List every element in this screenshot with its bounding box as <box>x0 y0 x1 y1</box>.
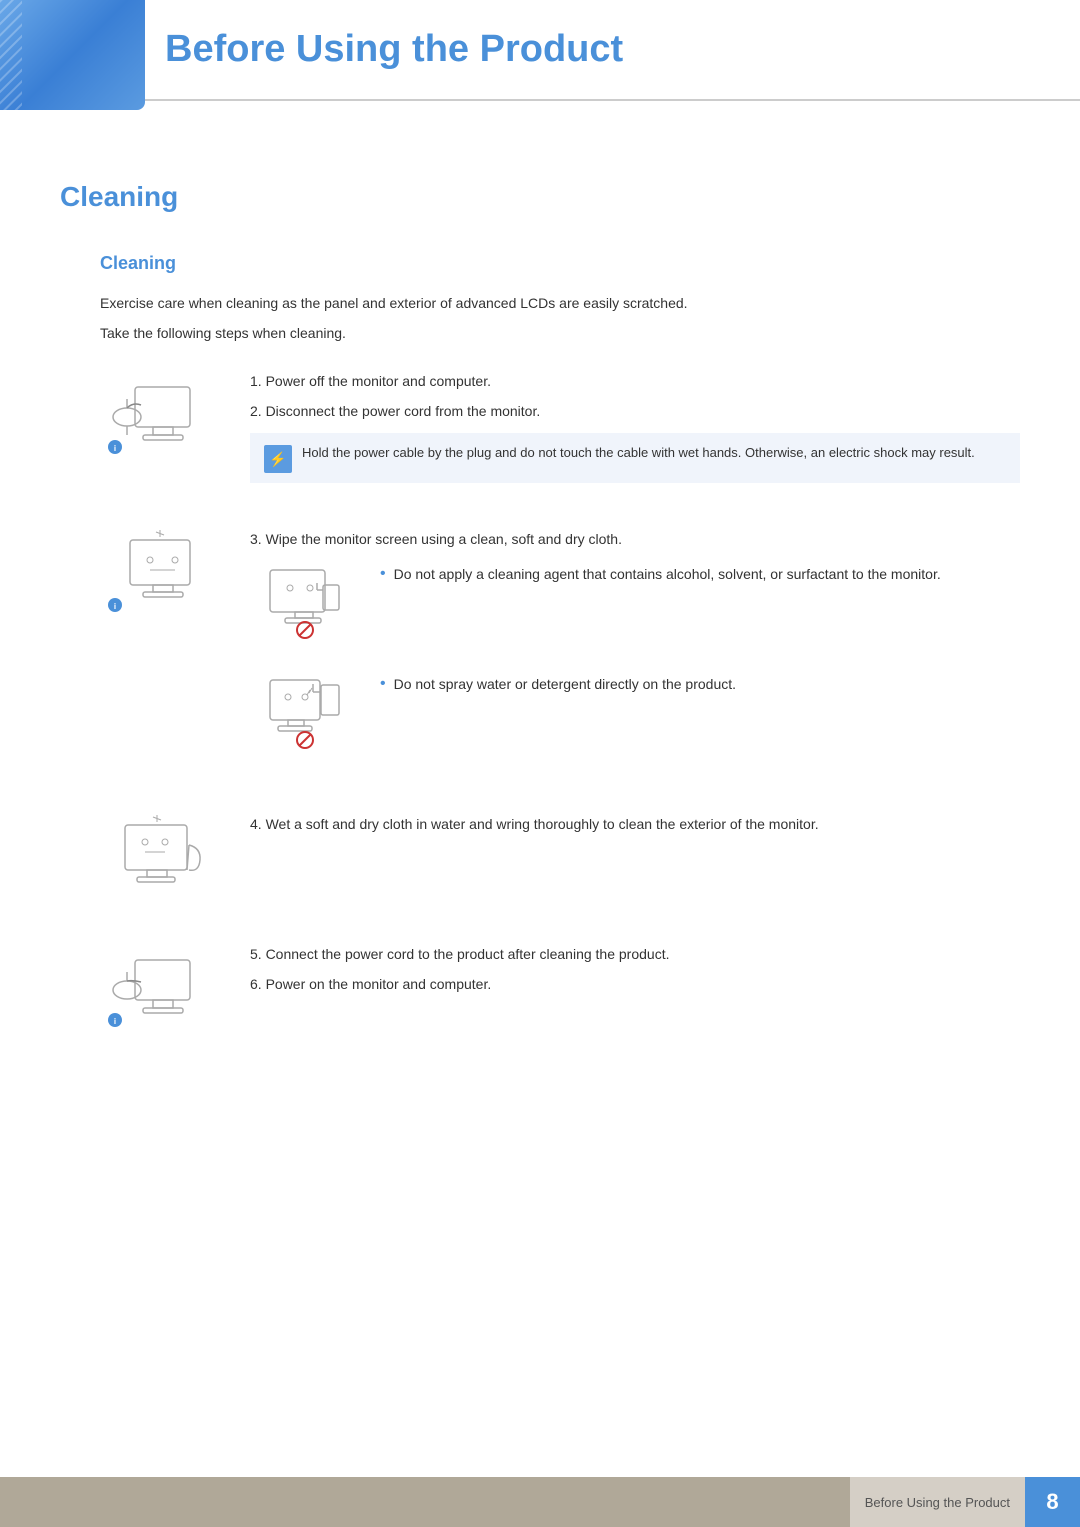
header-stripe-decoration <box>0 0 22 110</box>
warning-text-1: Hold the power cable by the plug and do … <box>302 443 975 463</box>
sub-section-title: Cleaning <box>100 253 1020 274</box>
wipe-monitor-illustration: i <box>105 525 225 620</box>
step-5-6-content: 5. Connect the power cord to the product… <box>250 938 1020 1004</box>
exterior-clean-illustration <box>105 810 225 905</box>
sub-section-cleaning: Cleaning Exercise care when cleaning as … <box>100 253 1020 1038</box>
bullet-2-text: Do not spray water or detergent directly… <box>394 673 736 695</box>
step-3-image: i <box>100 523 230 623</box>
page-number: 8 <box>1025 1477 1080 1527</box>
step-1-2-content: 1. Power off the monitor and computer. 2… <box>250 365 1020 493</box>
bullet-1-text: Do not apply a cleaning agent that conta… <box>394 563 941 585</box>
steps-area: i 1. Power off the monitor and computer.… <box>100 365 1020 1038</box>
bullet-1-image <box>250 558 360 648</box>
warning-icon-1: ⚡ <box>264 445 292 473</box>
bullet-1-content: • Do not apply a cleaning agent that con… <box>380 558 1020 585</box>
no-spray-water-illustration <box>255 670 355 755</box>
footer-label: Before Using the Product <box>850 1477 1025 1527</box>
no-cleaning-agent-illustration <box>255 560 355 645</box>
header-blue-accent <box>0 0 145 110</box>
bullet-dot-1: • <box>380 565 386 583</box>
header-title-area: Before Using the Product <box>0 0 1080 101</box>
step-row-4: 4. Wet a soft and dry cloth in water and… <box>100 808 1020 908</box>
step-3-text: 3. Wipe the monitor screen using a clean… <box>250 528 1020 550</box>
step-4-text: 4. Wet a soft and dry cloth in water and… <box>250 813 1020 835</box>
step-row-5-6: i 5. Connect the power cord to the produ… <box>100 938 1020 1038</box>
bullet-2-image <box>250 668 360 758</box>
warning-box-1: ⚡ Hold the power cable by the plug and d… <box>250 433 1020 483</box>
step-6-text: 6. Power on the monitor and computer. <box>250 973 1020 995</box>
bullet-2-content: • Do not spray water or detergent direct… <box>380 668 1020 695</box>
bullet-row-2: • Do not spray water or detergent direct… <box>250 668 1020 758</box>
bullet-row-1: • Do not apply a cleaning agent that con… <box>250 558 1020 648</box>
svg-text:⚡: ⚡ <box>269 451 286 468</box>
warning-symbol: ⚡ <box>269 450 287 468</box>
step-2-text: 2. Disconnect the power cord from the mo… <box>250 400 1020 422</box>
unplug-illustration: i <box>105 367 225 462</box>
page-footer: Before Using the Product 8 <box>0 1477 1080 1527</box>
step-5-text: 5. Connect the power cord to the product… <box>250 943 1020 965</box>
page-header: Before Using the Product <box>0 0 1080 131</box>
step-4-image <box>100 808 230 908</box>
step-5-6-image: i <box>100 938 230 1038</box>
step-row-1-2: i 1. Power off the monitor and computer.… <box>100 365 1020 493</box>
intro-text-2: Take the following steps when cleaning. <box>100 322 1020 344</box>
step-1-2-image: i <box>100 365 230 465</box>
svg-text:i: i <box>114 1017 116 1026</box>
section-title: Cleaning <box>60 181 1020 213</box>
main-content: Cleaning Cleaning Exercise care when cle… <box>0 141 1080 1148</box>
step-1-text: 1. Power off the monitor and computer. <box>250 370 1020 392</box>
plug-in-illustration: i <box>105 940 225 1035</box>
step-4-content: 4. Wet a soft and dry cloth in water and… <box>250 808 1020 843</box>
step-3-content: 3. Wipe the monitor screen using a clean… <box>250 523 1020 778</box>
intro-text-1: Exercise care when cleaning as the panel… <box>100 292 1020 314</box>
page-title: Before Using the Product <box>165 28 623 70</box>
step-row-3: i 3. Wipe the monitor screen using a cle… <box>100 523 1020 778</box>
bullet-dot-2: • <box>380 675 386 693</box>
svg-text:i: i <box>114 602 116 611</box>
svg-text:i: i <box>114 444 116 453</box>
